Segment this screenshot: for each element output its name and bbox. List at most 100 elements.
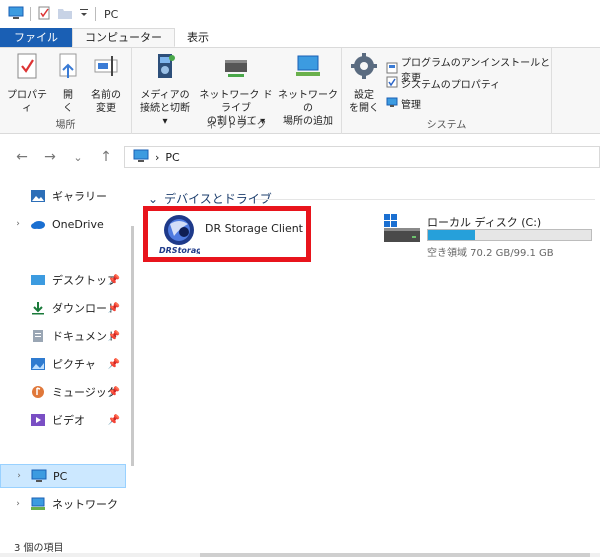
tab-file[interactable]: ファイル <box>0 28 72 47</box>
dr-logo-text: DRStorage <box>159 246 200 254</box>
desktop-icon <box>30 273 46 287</box>
sidebar-item-music[interactable]: ミュージック 📌 <box>0 380 126 404</box>
pin-icon[interactable]: 📌 <box>108 359 120 370</box>
sidebar-item-desktop[interactable]: デスクトップ 📌 <box>0 268 126 292</box>
quick-access-dropdown-icon[interactable] <box>79 6 89 23</box>
video-icon <box>30 413 46 427</box>
picture-icon <box>30 357 46 371</box>
add-location-label-1: ネットワークの <box>278 90 338 114</box>
open-label-1: 開 <box>63 90 73 101</box>
navigation-pane: ギャラリー › OneDrive デスクトップ 📌 ダウンロード 📌 ドキュメン… <box>0 180 128 540</box>
dr-drive-name: DR Storage Client <box>205 222 303 235</box>
system-properties-button[interactable]: システムのプロパティ <box>386 76 500 91</box>
recent-locations-button[interactable]: ⌄ <box>64 151 92 164</box>
window-title: PC <box>104 7 119 21</box>
sidebar-item-gallery[interactable]: ギャラリー <box>0 184 126 208</box>
open-button[interactable]: 開 く <box>54 52 82 115</box>
up-button[interactable]: ↑ <box>92 149 120 165</box>
media-label-2: 接続と切断 <box>140 103 190 114</box>
group-label-system: システム <box>426 120 467 131</box>
document-icon <box>30 329 46 343</box>
section-header-devices[interactable]: ⌄ デバイスとドライブ <box>148 190 272 207</box>
network-location-icon <box>276 52 340 86</box>
title-bar: PC <box>0 0 600 28</box>
open-settings-button[interactable]: 設定 を開く <box>346 52 382 115</box>
dr-storage-logo-icon: DRStorage <box>158 212 208 257</box>
sidebar-item-pc[interactable]: › PC <box>0 464 126 488</box>
ribbon: プロパティ 開 く 名前の 変更 場所 メディアの 接続と切断 ▾ ネットワーク… <box>0 48 600 134</box>
gallery-icon <box>30 189 46 203</box>
media-label-1: メディアの <box>140 90 190 101</box>
sidebar-item-label: ギャラリー <box>52 190 107 203</box>
ribbon-group-system: 設定 を開く プログラムのアンインストールと変更 システムのプロパティ 管理 シ… <box>342 48 552 134</box>
folder-quick-icon[interactable] <box>57 6 73 23</box>
forward-button[interactable]: → <box>36 149 64 165</box>
title-separator <box>30 7 31 21</box>
sidebar-item-label: ビデオ <box>52 414 85 427</box>
properties-quick-icon[interactable] <box>37 6 51 23</box>
network-drive-icon <box>196 52 276 86</box>
media-device-icon <box>136 52 194 86</box>
pin-icon[interactable]: 📌 <box>108 331 120 342</box>
gear-icon <box>346 52 382 86</box>
pin-icon[interactable]: 📌 <box>108 275 120 286</box>
network-icon <box>30 497 46 511</box>
local-disk-icon <box>382 212 422 251</box>
breadcrumb-pc[interactable]: PC <box>165 151 179 164</box>
title-separator <box>95 7 96 21</box>
pin-icon[interactable]: 📌 <box>108 387 120 398</box>
rename-label-2: 変更 <box>96 103 116 114</box>
sidebar-item-onedrive[interactable]: › OneDrive <box>0 212 126 236</box>
properties-button[interactable]: プロパティ <box>6 52 48 115</box>
sidebar-item-pictures[interactable]: ピクチャ 📌 <box>0 352 126 376</box>
sidebar-item-network[interactable]: › ネットワーク <box>0 492 126 516</box>
pin-icon[interactable]: 📌 <box>108 415 120 426</box>
sidebar-item-label: OneDrive <box>52 217 104 231</box>
address-bar[interactable]: › PC <box>124 146 600 168</box>
horizontal-scrollbar[interactable] <box>0 553 600 557</box>
sidebar-item-videos[interactable]: ビデオ 📌 <box>0 408 126 432</box>
sidebar-item-label: ネットワーク <box>52 498 118 511</box>
rename-icon <box>88 52 124 86</box>
properties-icon <box>6 52 48 86</box>
map-drive-label-1: ネットワーク ドライブ <box>199 90 273 114</box>
item-count: 3 個の項目 <box>14 542 64 554</box>
sidebar-item-downloads[interactable]: ダウンロード 📌 <box>0 296 126 320</box>
back-button[interactable]: ← <box>8 149 36 165</box>
ribbon-group-location: プロパティ 開 く 名前の 変更 場所 <box>0 48 132 134</box>
chevron-down-icon: ⌄ <box>148 191 159 206</box>
computer-icon <box>8 6 24 23</box>
c-drive-name: ローカル ディスク (C:) <box>427 216 542 229</box>
system-properties-label: システムのプロパティ <box>401 80 501 91</box>
manage-icon <box>386 96 398 111</box>
computer-icon <box>133 149 149 166</box>
download-icon <box>30 301 46 315</box>
group-label-location: 場所 <box>55 120 76 131</box>
settings-label-1: 設定 <box>354 90 374 101</box>
settings-label-2: を開く <box>349 103 379 114</box>
pin-icon[interactable]: 📌 <box>108 303 120 314</box>
sidebar-scrollbar[interactable] <box>131 226 134 466</box>
breadcrumb-separator[interactable]: › <box>155 151 159 164</box>
sidebar-item-documents[interactable]: ドキュメント 📌 <box>0 324 126 348</box>
rename-label-1: 名前の <box>91 90 121 101</box>
chevron-right-icon[interactable]: › <box>11 471 27 481</box>
music-icon <box>30 385 46 399</box>
rename-button[interactable]: 名前の 変更 <box>88 52 124 115</box>
tab-view[interactable]: 表示 <box>175 28 221 47</box>
properties-label: プロパティ <box>7 90 47 114</box>
chevron-right-icon[interactable]: › <box>10 499 26 509</box>
computer-icon <box>31 469 47 483</box>
program-icon <box>386 62 398 77</box>
tab-computer[interactable]: コンピューター <box>72 28 175 47</box>
section-divider <box>255 199 595 200</box>
scrollbar-thumb[interactable] <box>200 553 590 557</box>
manage-button[interactable]: 管理 <box>386 96 421 111</box>
open-icon <box>54 52 82 86</box>
disk-usage-bar <box>427 229 592 241</box>
disk-usage-fill <box>428 230 476 240</box>
group-label-network: ネットワーク <box>206 120 267 131</box>
chevron-right-icon[interactable]: › <box>10 219 26 229</box>
sidebar-item-label: ピクチャ <box>52 358 96 371</box>
system-properties-icon <box>386 76 398 91</box>
